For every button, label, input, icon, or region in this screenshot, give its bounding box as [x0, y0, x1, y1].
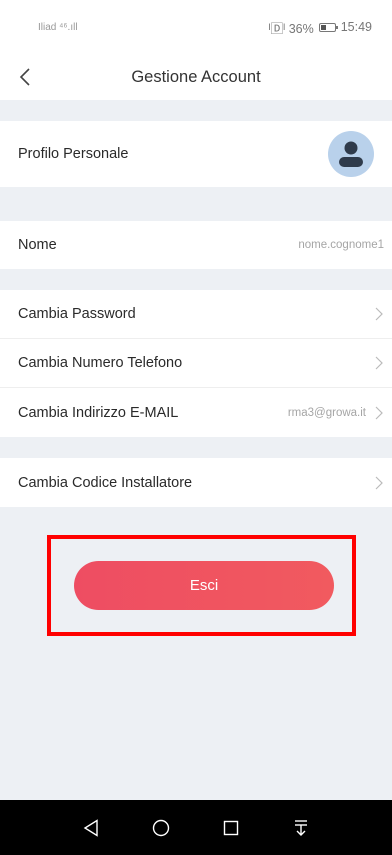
name-label: Nome — [18, 237, 57, 253]
chevron-right-icon — [375, 406, 383, 419]
header-bar: Gestione Account — [0, 54, 392, 100]
change-password-label: Cambia Password — [18, 306, 136, 322]
change-phone-row[interactable]: Cambia Numero Telefono — [0, 339, 392, 387]
change-email-row[interactable]: Cambia Indirizzo E-MAIL rma3@growa.it — [0, 388, 392, 437]
profile-label: Profilo Personale — [18, 146, 129, 162]
name-row: Nome nome.cognome1 — [0, 221, 392, 269]
page-title: Gestione Account — [131, 67, 261, 86]
system-home-button[interactable] — [146, 813, 176, 843]
logout-button[interactable]: Esci — [74, 561, 334, 610]
back-button[interactable] — [8, 60, 42, 94]
notifications-down-icon — [295, 819, 307, 836]
chevron-left-icon — [19, 68, 30, 86]
avatar[interactable] — [328, 131, 374, 177]
profile-row[interactable]: Profilo Personale — [0, 121, 392, 187]
recents-square-icon — [223, 820, 239, 835]
change-installer-code-row[interactable]: Cambia Codice Installatore — [0, 458, 392, 507]
back-triangle-icon — [83, 818, 98, 837]
chevron-right-icon — [375, 356, 383, 370]
system-navigation-bar — [0, 800, 392, 855]
system-back-button[interactable] — [76, 813, 106, 843]
email-value: rma3@growa.it — [287, 406, 366, 419]
user-avatar-icon — [339, 141, 363, 167]
home-circle-icon — [152, 819, 170, 836]
change-password-row[interactable]: Cambia Password — [0, 290, 392, 338]
status-right: ᴵ🄳ᴵ 36% 15:49 — [269, 18, 372, 37]
battery-percentage: ᴵ🄳ᴵ 36% — [268, 21, 314, 36]
chevron-right-icon — [375, 307, 383, 321]
system-recents-button[interactable] — [216, 813, 246, 843]
name-value: nome.cognome1 — [298, 239, 384, 251]
system-notifications-button[interactable] — [286, 813, 316, 843]
chevron-right-icon — [375, 476, 383, 489]
carrier-signal: Iliad ⁴⁶.ıll — [38, 21, 78, 33]
clock: 15:49 — [340, 20, 372, 34]
change-installer-code-label: Cambia Codice Installatore — [18, 474, 193, 491]
battery-icon — [318, 22, 338, 32]
change-email-label: Cambia Indirizzo E-MAIL — [18, 404, 179, 421]
status-bar: Iliad ⁴⁶.ıll ᴵ🄳ᴵ 36% 15:49 — [0, 0, 392, 54]
change-phone-label: Cambia Numero Telefono — [18, 355, 183, 371]
